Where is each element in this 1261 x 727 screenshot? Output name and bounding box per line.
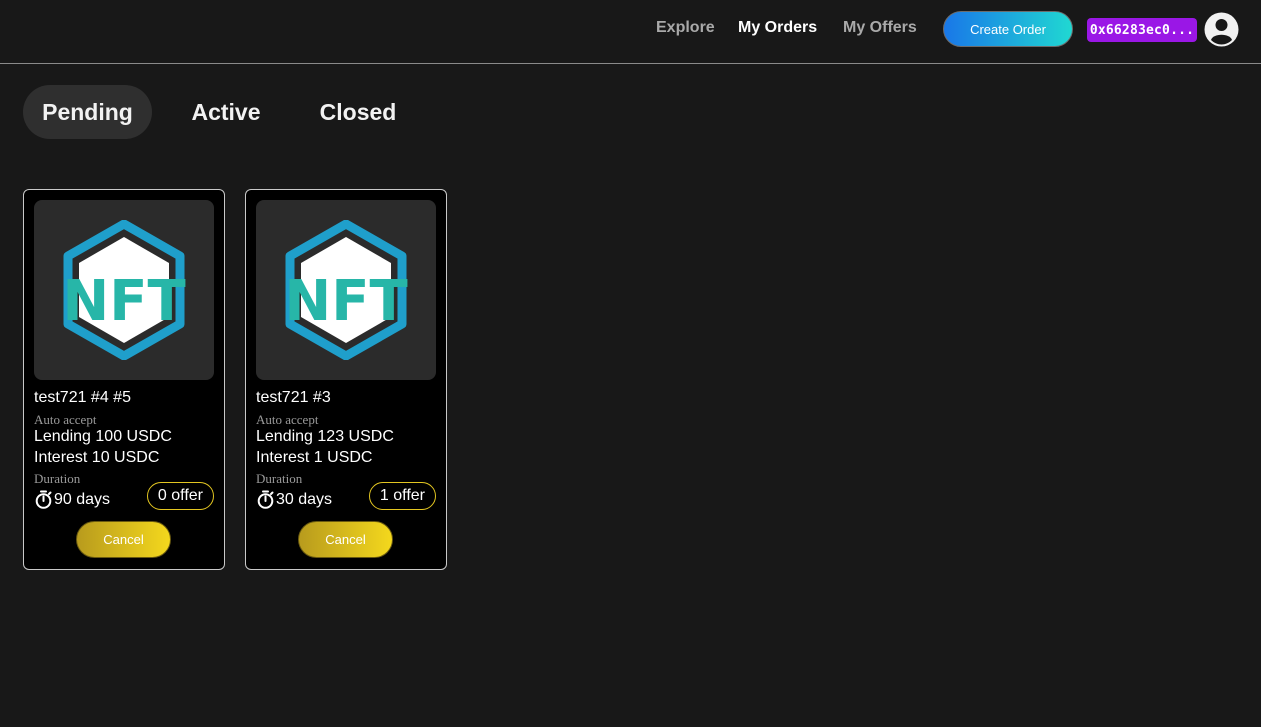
lending-amount: Lending 123 USDC bbox=[256, 428, 394, 445]
nav-explore-link[interactable]: Explore bbox=[656, 18, 715, 38]
svg-text:NFT: NFT bbox=[62, 269, 185, 334]
duration-label: Duration bbox=[256, 471, 303, 486]
duration-row: 90 days bbox=[34, 490, 110, 509]
interest-amount: Interest 1 USDC bbox=[256, 449, 373, 466]
auto-accept-label: Auto accept bbox=[256, 412, 319, 427]
duration-row: 30 days bbox=[256, 490, 332, 509]
stopwatch-icon bbox=[35, 490, 52, 509]
top-navigation-bar: Explore My Orders My Offers Create Order… bbox=[0, 0, 1261, 64]
wallet-address-badge[interactable]: 0x66283ec0... bbox=[1087, 18, 1197, 42]
create-order-button[interactable]: Create Order bbox=[943, 11, 1073, 47]
auto-accept-label: Auto accept bbox=[34, 412, 97, 427]
nav-my-offers-link[interactable]: My Offers bbox=[843, 18, 917, 38]
nft-logo-icon: NFT bbox=[62, 220, 186, 360]
duration-value: 30 days bbox=[276, 490, 333, 508]
order-card: NFT test721 #4 #5 Auto accept Lending 10… bbox=[23, 189, 225, 570]
nft-logo-icon: NFT bbox=[284, 220, 408, 360]
order-name: test721 #3 bbox=[256, 389, 331, 406]
offer-count-badge[interactable]: 0 offer bbox=[146, 482, 214, 510]
user-circle-icon[interactable] bbox=[1204, 12, 1239, 47]
svg-text:NFT: NFT bbox=[284, 269, 407, 334]
tab-closed[interactable]: Closed bbox=[300, 85, 416, 139]
order-name: test721 #4 #5 bbox=[34, 389, 131, 406]
duration-value: 90 days bbox=[54, 490, 111, 508]
nav-my-orders-link[interactable]: My Orders bbox=[738, 18, 817, 38]
nft-image[interactable]: NFT bbox=[34, 200, 214, 380]
tab-pending[interactable]: Pending bbox=[23, 85, 152, 139]
cancel-order-button[interactable]: Cancel bbox=[76, 521, 171, 558]
tab-active[interactable]: Active bbox=[172, 85, 280, 139]
cancel-order-button[interactable]: Cancel bbox=[298, 521, 393, 558]
stopwatch-icon bbox=[257, 490, 274, 509]
duration-label: Duration bbox=[34, 471, 81, 486]
order-card: NFT test721 #3 Auto accept Lending 123 U… bbox=[245, 189, 447, 570]
lending-amount: Lending 100 USDC bbox=[34, 428, 172, 445]
interest-amount: Interest 10 USDC bbox=[34, 449, 160, 466]
offer-count-badge[interactable]: 1 offer bbox=[368, 482, 436, 510]
nft-image[interactable]: NFT bbox=[256, 200, 436, 380]
